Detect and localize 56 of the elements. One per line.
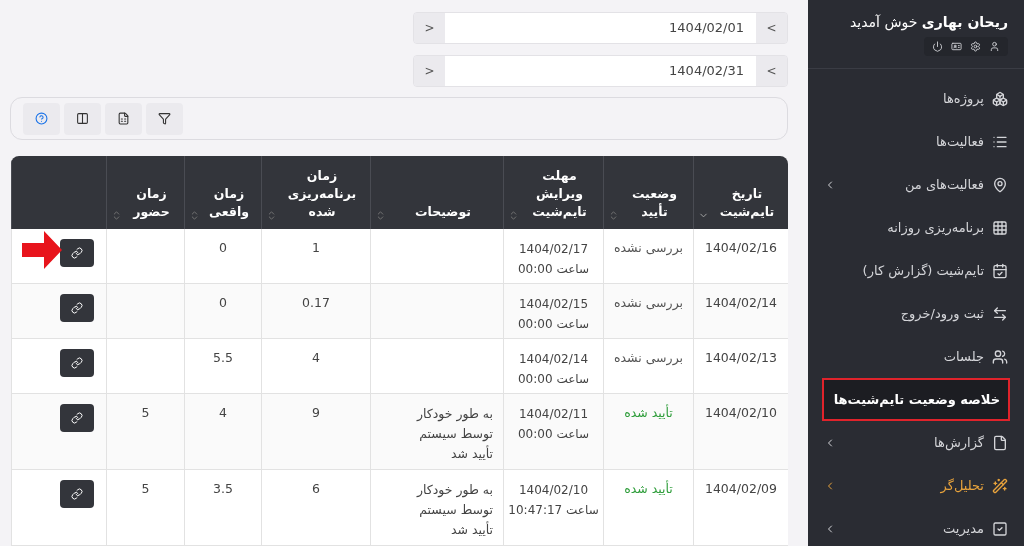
link-icon bbox=[71, 412, 83, 424]
link-button[interactable] bbox=[60, 480, 94, 508]
table-cell: تأیید شده bbox=[603, 470, 693, 546]
table-cell: 5 bbox=[106, 470, 184, 546]
filter-icon bbox=[158, 112, 171, 125]
sidebar-item[interactable]: جلسات bbox=[808, 335, 1024, 378]
sidebar-item[interactable]: پروژه‌ها bbox=[808, 77, 1024, 120]
sort-icon bbox=[266, 210, 277, 221]
person-pin-icon bbox=[992, 176, 1008, 193]
sort-icon bbox=[508, 210, 519, 221]
sort-descending-icon bbox=[698, 210, 709, 221]
sidebar-item[interactable]: مدیریت bbox=[808, 507, 1024, 546]
toolbar-button[interactable] bbox=[146, 102, 183, 135]
columns-icon bbox=[76, 112, 89, 125]
calendar-check-icon bbox=[992, 262, 1008, 279]
spreadsheet-icon bbox=[117, 112, 130, 125]
grid-icon bbox=[992, 219, 1008, 236]
sidebar-item[interactable]: برنامه‌ریزی روزانه bbox=[808, 206, 1024, 249]
power-icon[interactable] bbox=[932, 41, 943, 52]
link-button[interactable] bbox=[60, 349, 94, 377]
link-button[interactable] bbox=[60, 294, 94, 322]
boxes-icon bbox=[992, 90, 1008, 107]
sidebar-item[interactable]: فعالیت‌ها bbox=[808, 120, 1024, 163]
sort-icon bbox=[111, 210, 122, 221]
sidebar-item[interactable]: گزارش‌ها bbox=[808, 421, 1024, 464]
link-icon bbox=[71, 488, 83, 500]
sidebar-item[interactable]: فعالیت‌های من bbox=[808, 163, 1024, 206]
sidebar-item[interactable]: تحلیل‌گر bbox=[808, 464, 1024, 507]
settings-icon[interactable] bbox=[970, 41, 981, 52]
user-icon[interactable] bbox=[989, 41, 1000, 52]
sort-icon bbox=[608, 210, 619, 221]
users-icon bbox=[992, 348, 1008, 365]
toolbar-button[interactable] bbox=[64, 102, 101, 135]
sort-icon bbox=[375, 210, 386, 221]
table-cell: 1404/02/10 ساعت 10:47:17 bbox=[503, 470, 603, 546]
checkbox-icon bbox=[992, 520, 1008, 537]
table-cell: 6 bbox=[261, 470, 370, 546]
sidebar-item[interactable]: تایم‌شیت (گزارش کار) bbox=[808, 249, 1024, 292]
table-cell: 1404/02/09 bbox=[693, 470, 788, 546]
link-button[interactable] bbox=[60, 404, 94, 432]
table-cell: به طور خودکار توسط سیستم تأیید شد bbox=[370, 470, 503, 546]
link-icon bbox=[71, 247, 83, 259]
link-button[interactable] bbox=[60, 239, 94, 267]
link-icon bbox=[71, 357, 83, 369]
sidebar-item[interactable]: خلاصه وضعیت تایم‌شیت‌ها bbox=[822, 378, 1010, 421]
link-icon bbox=[71, 302, 83, 314]
arrows-icon bbox=[992, 305, 1008, 322]
help-icon bbox=[35, 112, 48, 125]
welcome-text: ریحان بهاری خوش آمدید bbox=[850, 13, 1008, 33]
toolbar-button[interactable] bbox=[105, 102, 142, 135]
id-card-icon[interactable] bbox=[951, 41, 962, 52]
table-cell: 3.5 bbox=[184, 470, 261, 546]
sidebar-item[interactable]: ثبت ورود/خروج bbox=[808, 292, 1024, 335]
sort-icon bbox=[189, 210, 200, 221]
file-icon bbox=[992, 434, 1008, 451]
wand-icon bbox=[992, 477, 1008, 494]
